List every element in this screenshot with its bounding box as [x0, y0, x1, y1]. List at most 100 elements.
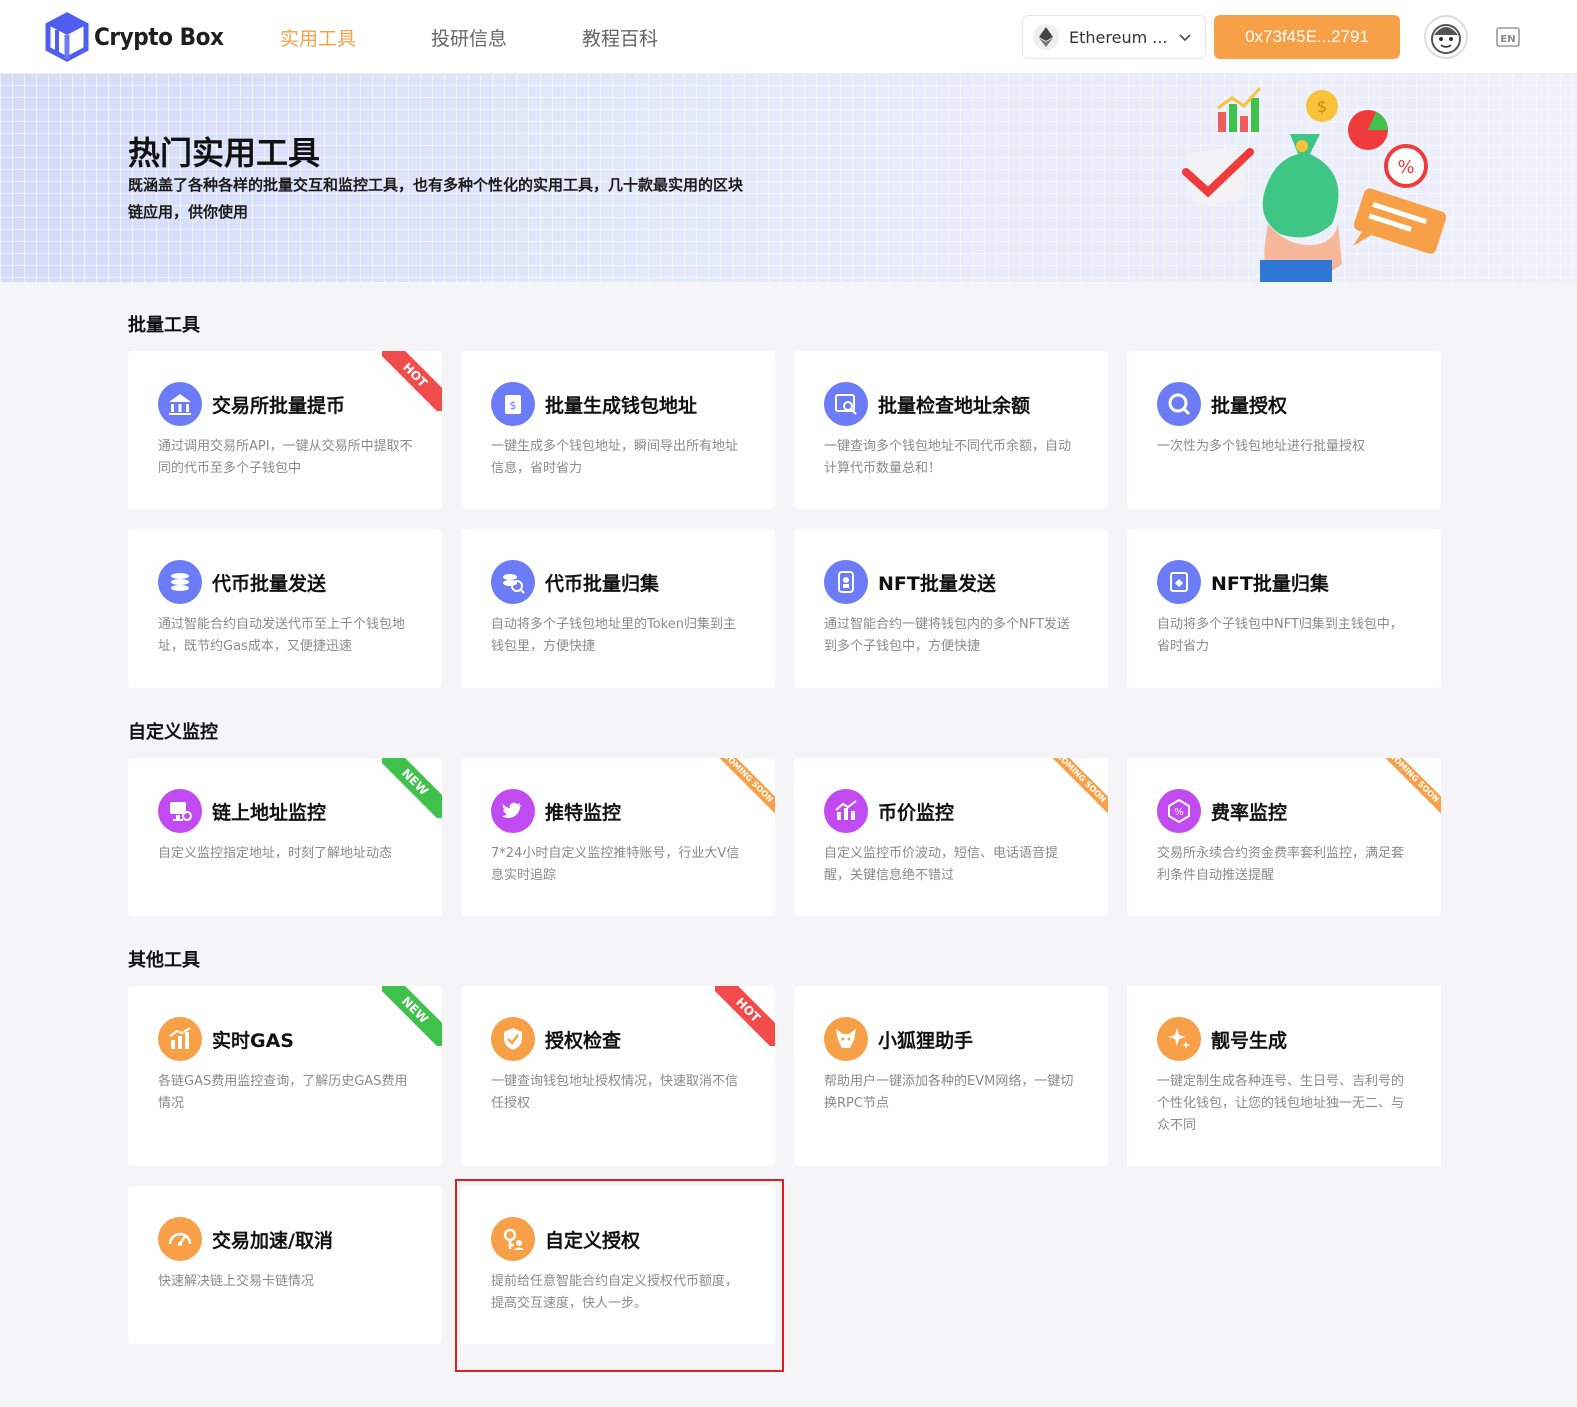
tool-card-balance-check[interactable]: 批量检查地址余额 一键查询多个钱包地址不同代币余额，自动计算代币数量总和！: [794, 351, 1108, 509]
card-title: NFT批量归集: [1211, 573, 1329, 595]
card-description: 通过调用交易所API，一键从交易所中提取不同的代币至多个子钱包中: [158, 439, 413, 476]
card-title: 批量生成钱包地址: [545, 395, 698, 417]
hot-badge: HOT: [382, 351, 442, 411]
coming-soon-badge: COMING SOON: [1048, 758, 1108, 818]
svg-text:$: $: [510, 399, 517, 412]
avatar[interactable]: [1424, 15, 1468, 59]
card-title: 推特监控: [545, 802, 622, 824]
selection-highlight: [455, 1179, 784, 1372]
logo-text: Crypto Box: [94, 23, 224, 51]
sparkle-icon: [1157, 1017, 1201, 1061]
top-header: Crypto Box 实用工具 投研信息 教程百科 Ethereum ... 0…: [0, 0, 1577, 74]
card-title: 链上地址监控: [212, 802, 327, 824]
card-description: 一键查询钱包地址授权情况，快速取消不信任授权: [491, 1074, 739, 1111]
token-send-icon: [158, 560, 202, 604]
card-title: 代币批量归集: [545, 573, 660, 595]
card-title: 靓号生成: [1211, 1030, 1288, 1052]
card-title: 交易所批量提币: [212, 395, 346, 417]
card-description: 自定义监控指定地址，时刻了解地址动态: [158, 846, 393, 861]
shield-check-icon: [491, 1017, 535, 1061]
banner-description: 既涵盖了各种各样的批量交互和监控工具，也有多种个性化的实用工具，几十款最实用的区…: [128, 176, 744, 221]
address-monitor-icon: [158, 789, 202, 833]
section-title-batch: 批量工具: [128, 315, 200, 336]
svg-text:EN: EN: [1500, 34, 1515, 45]
speedometer-icon: [158, 1217, 202, 1261]
card-title: 代币批量发送: [212, 573, 327, 595]
tool-card-address-monitor[interactable]: 链上地址监控 自定义监控指定地址，时刻了解地址动态 NEW: [128, 758, 442, 916]
logo-cube-icon: [45, 12, 89, 62]
section-title-other: 其他工具: [128, 950, 200, 971]
section-title-monitor: 自定义监控: [128, 722, 218, 743]
wallet-generate-icon: $: [491, 382, 535, 426]
card-description: 通过智能合约一键将钱包内的多个NFT发送到多个子钱包中，方便快捷: [824, 617, 1070, 654]
card-description: 交易所永续合约资金费率套利监控，满足套利条件自动推送提醒: [1157, 846, 1405, 883]
banner-illustration: $ %: [1182, 87, 1447, 282]
tool-card-metamask-helper[interactable]: 小狐狸助手 帮助用户一键添加各种的EVM网络，一键切换RPC节点: [794, 986, 1108, 1166]
tool-card-fee-rate-monitor[interactable]: % 费率监控 交易所永续合约资金费率套利监控，满足套利条件自动推送提醒 COMI…: [1127, 758, 1441, 916]
card-description: 一键定制生成各种连号、生日号、吉利号的个性化钱包，让您的钱包地址独一无二、与众不…: [1157, 1074, 1405, 1133]
nft-collect-icon: [1157, 560, 1201, 604]
tool-card-exchange-withdraw[interactable]: 交易所批量提币 通过调用交易所API，一键从交易所中提取不同的代币至多个子钱包中…: [128, 351, 442, 509]
hero-banner: 热门实用工具 既涵盖了各种各样的批量交互和监控工具，也有多种个性化的实用工具，几…: [0, 74, 1577, 282]
card-description: 一次性为多个钱包地址进行批量授权: [1157, 439, 1366, 454]
nft-send-icon: [824, 560, 868, 604]
card-description: 通过智能合约自动发送代币至上千个钱包地址，既节约Gas成本，又便捷迅速: [158, 617, 406, 654]
ethereum-icon: [1033, 24, 1059, 50]
new-badge: NEW: [382, 758, 442, 818]
tool-card-token-send[interactable]: 代币批量发送 通过智能合约自动发送代币至上千个钱包地址，既节约Gas成本，又便捷…: [128, 529, 442, 688]
tool-card-token-collect[interactable]: 代币批量归集 自动将多个子钱包地址里的Token归集到主钱包里，方便快捷: [461, 529, 775, 688]
card-title: 小狐狸助手: [878, 1030, 974, 1052]
tool-card-tx-speedup[interactable]: 交易加速/取消 快速解决链上交易卡链情况: [128, 1186, 442, 1344]
wallet-address-button[interactable]: 0x73f45E...2791: [1214, 15, 1400, 59]
tool-card-nft-send[interactable]: NFT批量发送 通过智能合约一键将钱包内的多个NFT发送到多个子钱包中，方便快捷: [794, 529, 1108, 688]
nav-tools[interactable]: 实用工具: [280, 24, 356, 51]
hot-badge: HOT: [715, 986, 775, 1046]
twitter-icon: [491, 789, 535, 833]
batch-approve-icon: [1157, 382, 1201, 426]
tool-card-realtime-gas[interactable]: 实时GAS 各链GAS费用监控查询，了解历史GAS费用情况 NEW: [128, 986, 442, 1166]
card-description: 自动将多个子钱包地址里的Token归集到主钱包里，方便快捷: [491, 617, 736, 654]
fee-rate-icon: %: [1157, 789, 1201, 833]
avatar-face-icon: [1431, 24, 1461, 54]
coming-soon-badge: COMING SOON: [1381, 758, 1441, 818]
card-title: NFT批量发送: [878, 573, 996, 595]
coming-soon-badge: COMING SOON: [715, 758, 775, 818]
card-title: 实时GAS: [212, 1030, 294, 1052]
card-title: 批量授权: [1211, 395, 1288, 417]
nav-tutorials[interactable]: 教程百科: [582, 24, 658, 51]
card-title: 费率监控: [1211, 802, 1288, 824]
fox-icon: [824, 1017, 868, 1061]
tool-card-vanity-address[interactable]: 靓号生成 一键定制生成各种连号、生日号、吉利号的个性化钱包，让您的钱包地址独一无…: [1127, 986, 1441, 1166]
card-description: 一键查询多个钱包地址不同代币余额，自动计算代币数量总和！: [824, 439, 1072, 476]
card-description: 自动将多个子钱包中NFT归集到主钱包中，省时省力: [1157, 617, 1403, 654]
new-badge: NEW: [382, 986, 442, 1046]
token-collect-icon: [491, 560, 535, 604]
tool-card-wallet-generate[interactable]: $ 批量生成钱包地址 一键生成多个钱包地址，瞬间导出所有地址信息，省时省力: [461, 351, 775, 509]
nav-research[interactable]: 投研信息: [431, 24, 507, 51]
banner-title: 热门实用工具: [128, 134, 321, 172]
exchange-withdraw-icon: [158, 382, 202, 426]
language-en-icon: EN: [1496, 27, 1520, 47]
chevron-down-icon: [1179, 34, 1191, 42]
card-title: 授权检查: [545, 1030, 622, 1052]
svg-text:$: $: [1317, 97, 1327, 116]
chain-select-value: Ethereum ...: [1069, 27, 1168, 47]
card-description: 自定义监控币价波动，短信、电话语音提醒，关键信息绝不错过: [824, 846, 1059, 883]
logo[interactable]: Crypto Box: [44, 12, 238, 62]
tool-card-batch-approve[interactable]: 批量授权 一次性为多个钱包地址进行批量授权: [1127, 351, 1441, 509]
card-description: 一键生成多个钱包地址，瞬间导出所有地址信息，省时省力: [491, 439, 739, 476]
gas-chart-icon: [158, 1017, 202, 1061]
card-title: 批量检查地址余额: [878, 395, 1031, 417]
price-chart-icon: [824, 789, 868, 833]
tool-card-approval-check[interactable]: 授权检查 一键查询钱包地址授权情况，快速取消不信任授权 HOT: [461, 986, 775, 1166]
tool-card-nft-collect[interactable]: NFT批量归集 自动将多个子钱包中NFT归集到主钱包中，省时省力: [1127, 529, 1441, 688]
tool-card-twitter-monitor[interactable]: 推特监控 7*24小时自定义监控推特账号，行业大V信息实时追踪 COMING S…: [461, 758, 775, 916]
card-description: 快速解决链上交易卡链情况: [158, 1274, 315, 1289]
chain-select[interactable]: Ethereum ...: [1022, 15, 1206, 59]
card-description: 7*24小时自定义监控推特账号，行业大V信息实时追踪: [491, 846, 740, 883]
balance-check-icon: [824, 382, 868, 426]
card-description: 帮助用户一键添加各种的EVM网络，一键切换RPC节点: [824, 1074, 1074, 1111]
card-title: 交易加速/取消: [212, 1230, 333, 1252]
tool-card-price-monitor[interactable]: 币价监控 自定义监控币价波动，短信、电话语音提醒，关键信息绝不错过 COMING…: [794, 758, 1108, 916]
language-switch[interactable]: EN: [1494, 26, 1522, 54]
